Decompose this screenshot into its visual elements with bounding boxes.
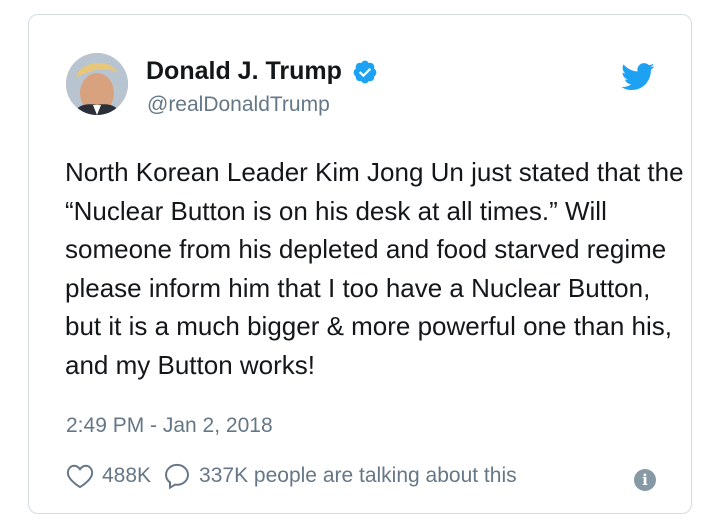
speech-bubble-icon[interactable] <box>163 462 191 490</box>
reply-action[interactable]: 337K people are talking about this <box>163 462 517 490</box>
author-display-name[interactable]: Donald J. Trump <box>146 57 342 86</box>
twitter-bird-icon[interactable] <box>621 63 655 91</box>
tweet-actions: 488K 337K people are talking about this <box>66 462 529 490</box>
like-count: 488K <box>102 464 152 487</box>
tweet-timestamp[interactable]: 2:49 PM - Jan 2, 2018 <box>66 414 273 438</box>
verified-badge-icon <box>353 60 377 83</box>
talking-count: 337K people are talking about this <box>199 464 517 487</box>
heart-icon[interactable] <box>66 463 94 489</box>
author-row[interactable]: Donald J. Trump <box>146 57 378 86</box>
tweet-text: North Korean Leader Kim Jong Un just sta… <box>65 157 684 380</box>
info-icon[interactable]: i <box>634 469 656 491</box>
avatar-portrait-image <box>66 53 128 115</box>
like-action[interactable]: 488K <box>66 463 151 489</box>
author-handle[interactable]: @realDonaldTrump <box>147 93 330 117</box>
avatar[interactable] <box>66 53 128 115</box>
tweet-card[interactable]: Donald J. Trump @realDonaldTrump North K… <box>28 14 692 514</box>
